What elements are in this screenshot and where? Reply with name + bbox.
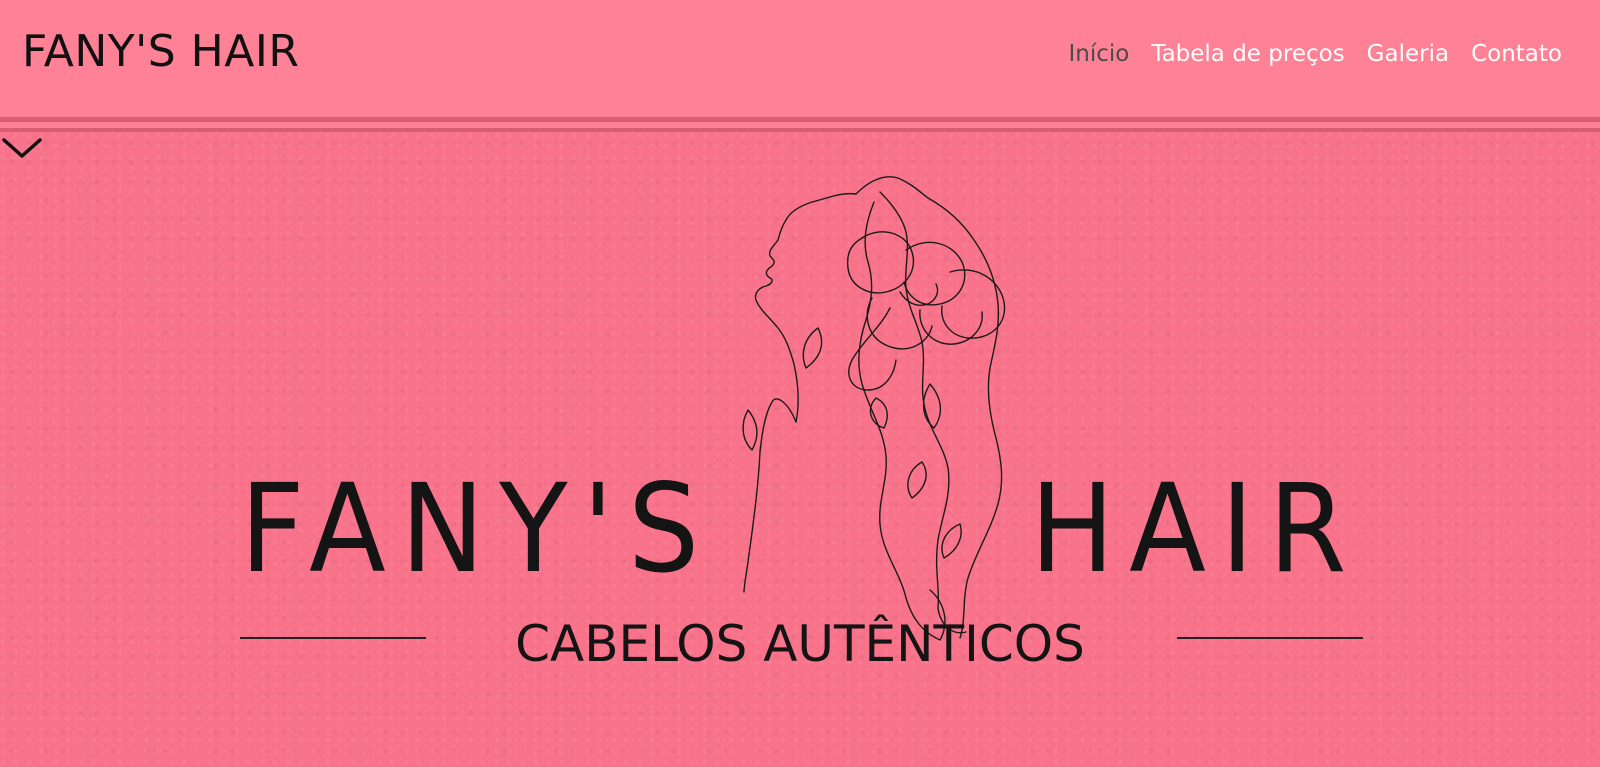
main-nav: Início Tabela de preços Galeria Contato — [1068, 43, 1562, 66]
chevron-down-icon[interactable] — [0, 132, 44, 162]
hero-section: FANY'S HAIR CABELOS AUTÊNTICOS — [0, 132, 1600, 767]
top-navbar: FANY'S HAIR Início Tabela de preços Gale… — [0, 0, 1600, 117]
nav-link-tabela-de-precos[interactable]: Tabela de preços — [1151, 43, 1344, 66]
hero-tagline: CABELOS AUTÊNTICOS — [515, 615, 1085, 673]
nav-link-galeria[interactable]: Galeria — [1367, 43, 1449, 66]
logo-word-hair: HAIR — [1030, 458, 1362, 600]
tagline-rule-right — [1177, 637, 1363, 639]
logo-word-fanys: FANY'S — [240, 458, 714, 600]
nav-link-contato[interactable]: Contato — [1471, 43, 1562, 66]
nav-link-inicio[interactable]: Início — [1068, 43, 1129, 66]
site-brand[interactable]: FANY'S HAIR — [22, 30, 299, 74]
